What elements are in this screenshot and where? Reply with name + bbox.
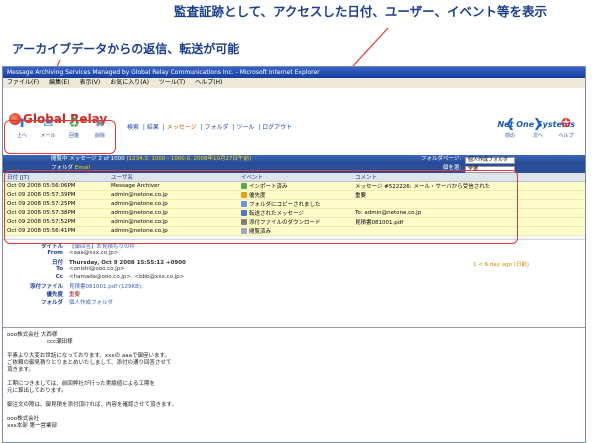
- folder-page-label: フォルダページ:: [421, 156, 462, 162]
- folder-detail-value[interactable]: 個人作成フォルダ: [69, 300, 113, 306]
- to-label: To: [56, 266, 63, 272]
- screenshot-stage: 監査証跡として、アクセスした日付、ユーザー、イベント等を表示 アーカイブデータか…: [0, 0, 600, 443]
- menu-tools[interactable]: ツール(T): [159, 79, 185, 86]
- body-line: 頂きます。: [7, 367, 34, 373]
- next-label: 次へ: [532, 133, 543, 139]
- audit-table-highlight: [4, 170, 518, 244]
- cc-row: Cc <hamada@ooo.co.jp>, <bbb@xxx.co.jp>: [11, 274, 571, 280]
- message-detail: タイトル 【御回答】お見積もりの件 From <aaa@xxx.co.jp> 日付 T…: [3, 239, 585, 309]
- viewing-status-bar: 閲覧中 メッセージ 2 of 1000 (1234.3, 1000 - 1000…: [3, 155, 585, 164]
- nav-messages[interactable]: メッセージ: [167, 124, 197, 131]
- body-line: [7, 409, 583, 416]
- body-line: 元に算出しております。: [7, 388, 67, 394]
- viewing-prefix: 閲覧中: [51, 156, 70, 162]
- audit-trail-callout: 監査証跡として、アクセスした日付、ユーザー、イベント等を表示: [174, 4, 548, 19]
- to-row: To <onishi@ooo.co.jp>: [11, 266, 571, 272]
- attachment-row: 添付ファイル 見積書081001.pdf (129KB);: [11, 282, 571, 290]
- menu-favorites[interactable]: お気に入り(A): [110, 79, 149, 86]
- help-button[interactable]: ✪ ヘルプ: [555, 114, 577, 139]
- body-line: [7, 395, 583, 402]
- nav-logout[interactable]: ログアウト: [262, 124, 292, 131]
- app-nav: 検索 | 結果 | メッセージ | フォルダ | ツール | ログアウト: [127, 124, 293, 131]
- body-line: ccc瀬田様: [47, 339, 73, 345]
- to-value[interactable]: <onishi@ooo.co.jp>: [69, 266, 125, 272]
- next-icon: ❯: [532, 116, 544, 130]
- menu-edit[interactable]: 編集(E): [49, 79, 69, 86]
- attachment-label: 添付ファイル: [29, 284, 63, 290]
- nav-results[interactable]: 結果: [147, 124, 159, 131]
- prev-button[interactable]: ❮ 前の: [499, 114, 521, 139]
- reply-forward-callout: アーカイブデータからの返信、転送が可能: [12, 42, 240, 56]
- body-line: ご依頼の御見積りとりまとめいたしまして、添付の通り回答させて: [7, 360, 172, 366]
- cc-value[interactable]: <hamada@ooo.co.jp>, <bbb@xxx.co.jp>: [69, 274, 184, 280]
- menu-file[interactable]: ファイル(F): [7, 79, 39, 86]
- folder-row: フォルダ 個人作成フォルダ: [11, 298, 571, 306]
- folder-page-select[interactable]: 個人作成フォルダ: [465, 157, 515, 164]
- prev-icon: ❮: [504, 116, 516, 130]
- viewing-count: メッセージ 2 of 1000: [69, 156, 125, 162]
- body-line: ooo株式会社 大西様: [7, 332, 58, 338]
- folder-page-control: フォルダページ: 個人作成フォルダ: [421, 155, 515, 164]
- nav-search[interactable]: 検索: [127, 124, 139, 131]
- body-line: ooo株式会社: [7, 416, 40, 422]
- nav-tools[interactable]: ツール: [236, 124, 254, 131]
- message-body: ooo株式会社 大西様 ccc瀬田様 平素より大変お世話になっております。xxx…: [3, 327, 585, 442]
- window-titlebar: Message Archiving Services Managed by Gl…: [3, 67, 585, 78]
- body-line: xxx本部 第一営業部: [7, 423, 58, 429]
- toolbar-highlight: [4, 120, 116, 154]
- body-line: 御注文の際は、御見積を添付頂ければ、内容を確認させて頂きます。: [7, 402, 177, 408]
- prev-label: 前の: [504, 133, 515, 139]
- menu-bar: ファイル(F) 編集(E) 表示(V) お気に入り(A) ツール(T) ヘルプ(…: [3, 78, 585, 88]
- menu-help[interactable]: ヘルプ(H): [195, 79, 222, 86]
- body-line: [7, 346, 583, 353]
- priority-row: 優先度 重要: [11, 290, 571, 298]
- date-label: 日付: [51, 260, 63, 266]
- body-line: [7, 374, 583, 381]
- from-label: From: [47, 250, 63, 256]
- right-toolbar: ❮ 前の ❯ 次へ ✪ ヘルプ: [499, 114, 577, 139]
- help-icon: ✪: [560, 116, 572, 130]
- cc-label: Cc: [55, 274, 63, 280]
- body-line: 工期につきましては、前回弊社が行った実績値による工期を: [7, 381, 156, 387]
- body-line: 平素より大変お世話になっております。xxxの aaaで御座います。: [7, 353, 170, 359]
- from-value[interactable]: <aaa@xxx.co.jp>: [69, 250, 118, 256]
- folder-detail-label: フォルダ: [40, 300, 63, 306]
- priority-label: 優先度: [46, 292, 63, 298]
- from-row: From <aaa@xxx.co.jp>: [11, 250, 571, 256]
- nav-folders[interactable]: フォルダ: [204, 124, 228, 131]
- help-label: ヘルプ: [558, 133, 574, 139]
- menu-view[interactable]: 表示(V): [79, 79, 100, 86]
- viewing-extra: (1234.3, 1000 - 1000.0, 2008年10月27日午前): [126, 156, 252, 162]
- next-button[interactable]: ❯ 次へ: [527, 114, 549, 139]
